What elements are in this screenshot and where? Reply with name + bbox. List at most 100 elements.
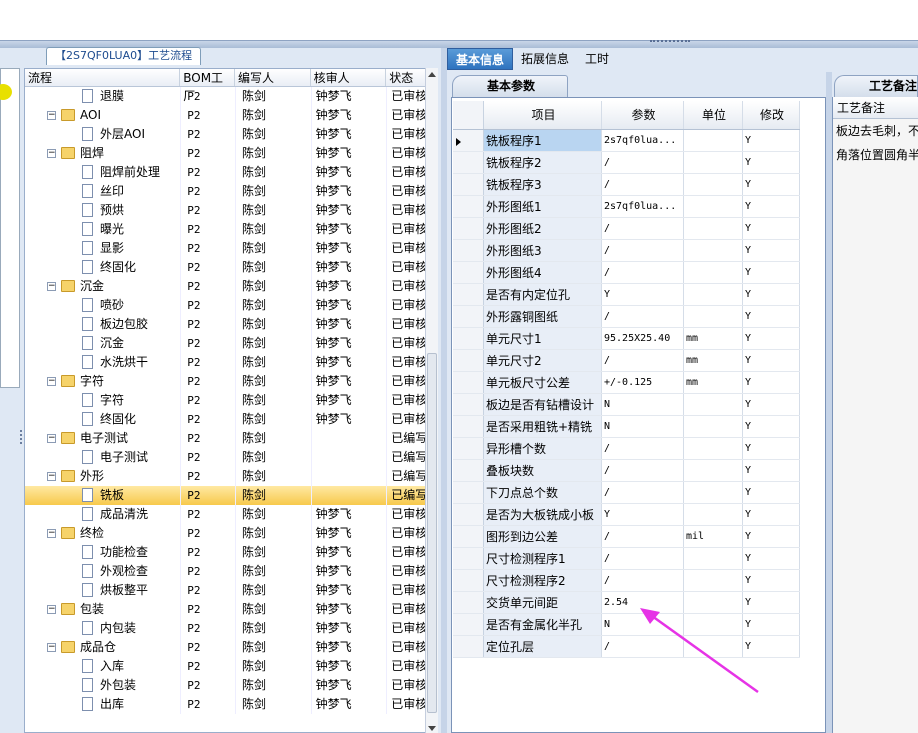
grid-row[interactable]: 是否采用粗铣+精铣 N Y [453,416,800,438]
row-selector[interactable] [453,636,484,657]
grid-row[interactable]: 是否有内定位孔 Y Y [453,284,800,306]
row-selector[interactable] [453,460,484,481]
grid-row[interactable]: 单元板尺寸公差 +/-0.125 mm Y [453,372,800,394]
row-selector[interactable] [453,284,484,305]
collapse-toggle-icon[interactable]: − [47,605,56,614]
modify-cell[interactable]: Y [743,130,800,151]
unit-cell[interactable] [684,570,743,591]
tree-node[interactable]: 丝印 [25,182,180,201]
modify-cell[interactable]: Y [743,218,800,239]
grid-row[interactable]: 外形露铜图纸 / Y [453,306,800,328]
unit-cell[interactable] [684,438,743,459]
unit-cell[interactable] [684,306,743,327]
unit-cell[interactable] [684,196,743,217]
row-selector[interactable] [453,174,484,195]
scroll-up-icon[interactable] [428,72,436,77]
param-cell[interactable]: / [602,306,684,327]
modify-cell[interactable]: Y [743,394,800,415]
tree-row[interactable]: 烘板整平 P2 陈剑 钟梦飞 已审核 [25,581,437,600]
tree-node[interactable]: 烘板整平 [25,581,180,600]
unit-cell[interactable] [684,504,743,525]
grid-row[interactable]: 外形图纸1 2s7qf0lua... Y [453,196,800,218]
item-cell[interactable]: 板边是否有钻槽设计 [484,394,602,415]
tree-scrollbar[interactable] [425,68,438,733]
param-cell[interactable]: / [602,570,684,591]
tree-node[interactable]: 终固化 [25,258,180,277]
tree-node[interactable]: 喷砂 [25,296,180,315]
tree-node[interactable]: 预烘 [25,201,180,220]
item-cell[interactable]: 定位孔层 [484,636,602,657]
grid-row[interactable]: 铣板程序3/ Y [453,174,800,196]
item-cell[interactable]: 铣板程序2 [484,152,602,173]
tree-node[interactable]: 阻焊前处理 [25,163,180,182]
collapse-toggle-icon[interactable]: − [47,529,56,538]
unit-cell[interactable]: mil [684,526,743,547]
tree-node[interactable]: 内包装 [25,619,180,638]
row-selector[interactable] [453,548,484,569]
unit-cell[interactable] [684,284,743,305]
grid-row[interactable]: 板边是否有钻槽设计 N Y [453,394,800,416]
row-selector[interactable] [453,482,484,503]
tree-node[interactable]: 终固化 [25,410,180,429]
row-selector[interactable] [453,504,484,525]
row-selector[interactable] [453,218,484,239]
unit-cell[interactable] [684,240,743,261]
modify-cell[interactable]: Y [743,284,800,305]
grid-row[interactable]: 尺寸检测程序2/ Y [453,570,800,592]
tree-node[interactable]: 入库 [25,657,180,676]
row-selector[interactable] [453,130,484,151]
grid-row[interactable]: 叠板块数 / Y [453,460,800,482]
unit-cell[interactable] [684,218,743,239]
col-header-reviewer[interactable]: 核审人 [311,69,387,86]
param-cell[interactable]: / [602,438,684,459]
grid-row[interactable]: 是否为大板铣成小板 Y Y [453,504,800,526]
row-selector[interactable] [453,526,484,547]
param-cell[interactable]: / [602,240,684,261]
param-cell[interactable]: 2s7qf0lua... [602,196,684,217]
grid-row[interactable]: 尺寸检测程序1/ Y [453,548,800,570]
unit-cell[interactable] [684,460,743,481]
unit-cell[interactable]: mm [684,328,743,349]
row-selector[interactable] [453,152,484,173]
unit-cell[interactable] [684,130,743,151]
tree-row[interactable]: 丝印 P2 陈剑 钟梦飞 已审核 [25,182,437,201]
tree-row[interactable]: 入库 P2 陈剑 钟梦飞 已审核 [25,657,437,676]
grid-row[interactable]: 单元尺寸1 95.25X25.40 mm Y [453,328,800,350]
tree-node[interactable]: 退膜 [25,87,180,106]
modify-cell[interactable]: Y [743,328,800,349]
item-cell[interactable]: 是否为大板铣成小板 [484,504,602,525]
process-flow-tab[interactable]: 【2S7QF0LUA0】工艺流程 [46,47,202,65]
modify-cell[interactable]: Y [743,372,800,393]
param-cell[interactable]: / [602,218,684,239]
grid-row[interactable]: 外形图纸4/ Y [453,262,800,284]
tree-node[interactable]: 外包装 [25,676,180,695]
tree-node[interactable]: − 成品仓 [25,638,180,657]
tree-row[interactable]: 功能检查 P2 陈剑 钟梦飞 已审核 [25,543,437,562]
collapse-toggle-icon[interactable]: − [47,643,56,652]
tree-node[interactable]: 显影 [25,239,180,258]
unit-cell[interactable] [684,394,743,415]
param-cell[interactable]: / [602,174,684,195]
tree-row[interactable]: 内包装 P2 陈剑 钟梦飞 已审核 [25,619,437,638]
param-cell[interactable]: N [602,394,684,415]
scroll-thumb[interactable] [427,353,437,713]
tab-basic-params[interactable]: 基本参数 [452,75,568,97]
modify-cell[interactable]: Y [743,196,800,217]
modify-cell[interactable]: Y [743,438,800,459]
collapse-toggle-icon[interactable]: − [47,472,56,481]
modify-cell[interactable]: Y [743,482,800,503]
row-selector[interactable] [453,394,484,415]
item-cell[interactable]: 叠板块数 [484,460,602,481]
grid-row[interactable]: 铣板程序2/ Y [453,152,800,174]
grid-row[interactable]: 单元尺寸2/mm Y [453,350,800,372]
col-header-unit[interactable]: 单位 [684,101,743,129]
collapse-toggle-icon[interactable]: − [47,282,56,291]
modify-cell[interactable]: Y [743,174,800,195]
param-cell[interactable]: / [602,482,684,503]
tree-row[interactable]: − 阻焊 P2 陈剑 钟梦飞 已审核 [25,144,437,163]
tree-row[interactable]: − 包装 P2 陈剑 钟梦飞 已审核 [25,600,437,619]
tree-row[interactable]: 喷砂 P2 陈剑 钟梦飞 已审核 [25,296,437,315]
tree-row[interactable]: − 沉金 P2 陈剑 钟梦飞 已审核 [25,277,437,296]
param-cell[interactable]: Y [602,284,684,305]
tree-row[interactable]: − 终检 P2 陈剑 钟梦飞 已审核 [25,524,437,543]
